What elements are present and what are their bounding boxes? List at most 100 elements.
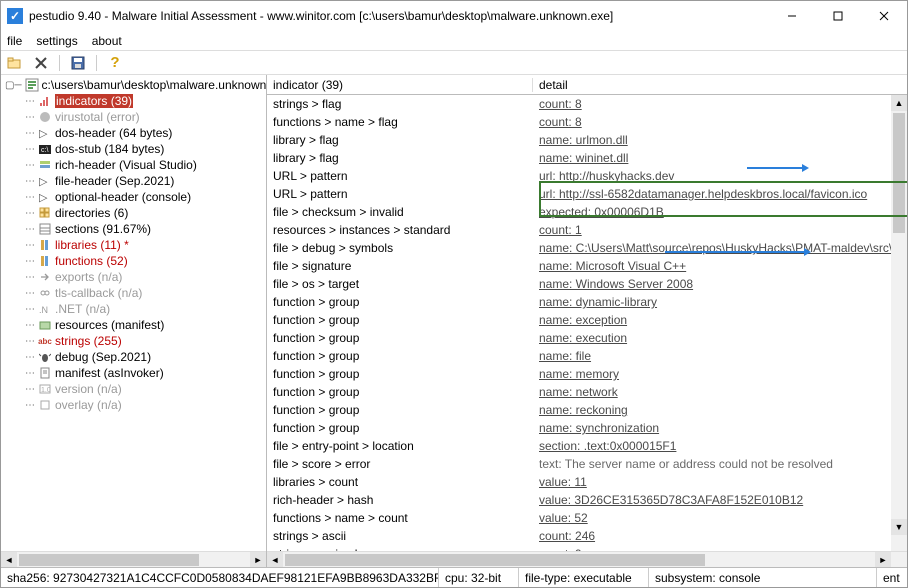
detail-link[interactable]: name: urlmon.dll xyxy=(539,133,628,147)
expand-icon[interactable]: ▢─ xyxy=(5,80,22,91)
detail-link[interactable]: expected: 0x00006D1B xyxy=(539,205,664,219)
tree-item[interactable]: ⋯abcstrings (255) xyxy=(3,333,266,349)
table-row[interactable]: functions > name > flagcount: 8 xyxy=(267,113,907,131)
detail-link[interactable]: name: reckoning xyxy=(539,403,628,417)
tree-item[interactable]: ⋯overlay (n/a) xyxy=(3,397,266,413)
detail-link[interactable]: url: http://ssl-6582datamanager.helpdesk… xyxy=(539,187,867,201)
tree-item[interactable]: ⋯functions (52) xyxy=(3,253,266,269)
tree-item[interactable]: ⋯tls-callback (n/a) xyxy=(3,285,266,301)
detail-link[interactable]: count: 8 xyxy=(539,115,582,129)
tree-bullet-icon: ⋯ xyxy=(25,272,35,283)
tree-item[interactable]: ⋯1.0version (n/a) xyxy=(3,381,266,397)
close-button[interactable] xyxy=(861,1,907,31)
table-row[interactable]: strings > asciicount: 246 xyxy=(267,527,907,545)
column-header-detail[interactable]: detail xyxy=(533,78,907,92)
detail-cell: count: 8 xyxy=(533,97,907,111)
detail-link[interactable]: value: 11 xyxy=(539,475,587,489)
table-row[interactable]: functions > name > countvalue: 52 xyxy=(267,509,907,527)
scroll-thumb[interactable] xyxy=(893,113,905,233)
tree-item[interactable]: ⋯exports (n/a) xyxy=(3,269,266,285)
detail-link[interactable]: count: 1 xyxy=(539,223,582,237)
tree-item[interactable]: ⋯manifest (asInvoker) xyxy=(3,365,266,381)
tree-item[interactable]: ⋯▷optional-header (console) xyxy=(3,189,266,205)
table-row[interactable]: URL > patternurl: http://ssl-6582dataman… xyxy=(267,185,907,203)
table-row[interactable]: file > signaturename: Microsoft Visual C… xyxy=(267,257,907,275)
table-row[interactable]: resources > instances > standardcount: 1 xyxy=(267,221,907,239)
detail-cell: name: dynamic-library xyxy=(533,295,907,309)
table-row[interactable]: file > score > errortext: The server nam… xyxy=(267,455,907,473)
table-row[interactable]: file > entry-point > locationsection: .t… xyxy=(267,437,907,455)
tree-item[interactable]: ⋯resources (manifest) xyxy=(3,317,266,333)
table-row[interactable]: function > groupname: exception xyxy=(267,311,907,329)
tree-item[interactable]: ⋯rich-header (Visual Studio) xyxy=(3,157,266,173)
detail-link[interactable]: name: execution xyxy=(539,331,627,345)
tree-item-label: tls-callback (n/a) xyxy=(55,286,142,300)
tree-item[interactable]: ⋯sections (91.67%) xyxy=(3,221,266,237)
menu-about[interactable]: about xyxy=(92,34,122,48)
table-row[interactable]: file > checksum > invalidexpected: 0x000… xyxy=(267,203,907,221)
close-file-icon[interactable] xyxy=(33,55,49,71)
tree-horizontal-scrollbar[interactable]: ◄ ► xyxy=(1,551,266,567)
detail-link[interactable]: name: dynamic-library xyxy=(539,295,657,309)
minimize-button[interactable] xyxy=(769,1,815,31)
table-horizontal-scrollbar[interactable]: ◄ ► xyxy=(267,551,907,567)
detail-link[interactable]: name: file xyxy=(539,349,591,363)
scroll-left-button[interactable]: ◄ xyxy=(267,552,283,567)
detail-link[interactable]: count: 246 xyxy=(539,529,595,543)
table-row[interactable]: function > groupname: network xyxy=(267,383,907,401)
indicator-cell: function > group xyxy=(267,331,533,345)
table-row[interactable]: function > groupname: reckoning xyxy=(267,401,907,419)
detail-link[interactable]: name: network xyxy=(539,385,618,399)
scroll-up-button[interactable]: ▲ xyxy=(891,95,907,111)
table-row[interactable]: URL > patternurl: http://huskyhacks.dev xyxy=(267,167,907,185)
detail-link[interactable]: value: 3D26CE315365D78C3AFA8F152E010B12 xyxy=(539,493,803,507)
tree-root[interactable]: ▢─ c:\users\bamur\desktop\malware.unknow… xyxy=(3,77,266,93)
table-row[interactable]: file > debug > symbolsname: C:\Users\Mat… xyxy=(267,239,907,257)
table-row[interactable]: function > groupname: dynamic-library xyxy=(267,293,907,311)
help-icon[interactable]: ? xyxy=(107,55,123,71)
table-row[interactable]: libraries > countvalue: 11 xyxy=(267,473,907,491)
table-row[interactable]: rich-header > hashvalue: 3D26CE315365D78… xyxy=(267,491,907,509)
table-row[interactable]: function > groupname: file xyxy=(267,347,907,365)
table-row[interactable]: function > group name: execution xyxy=(267,329,907,347)
detail-link[interactable]: section: .text:0x000015F1 xyxy=(539,439,676,453)
detail-link[interactable]: name: memory xyxy=(539,367,619,381)
scroll-thumb[interactable] xyxy=(19,554,199,566)
table-row[interactable]: file > os > targetname: Windows Server 2… xyxy=(267,275,907,293)
detail-link[interactable]: name: exception xyxy=(539,313,627,327)
detail-link[interactable]: value: 52 xyxy=(539,511,588,525)
column-header-indicator[interactable]: indicator (39) xyxy=(267,78,533,92)
tree-item[interactable]: ⋯.N.NET (n/a) xyxy=(3,301,266,317)
tree-item[interactable]: ⋯debug (Sep.2021) xyxy=(3,349,266,365)
save-icon[interactable] xyxy=(70,55,86,71)
detail-link[interactable]: name: Microsoft Visual C++ xyxy=(539,259,686,273)
table-vertical-scrollbar[interactable]: ▲ ▼ xyxy=(891,95,907,551)
menu-settings[interactable]: settings xyxy=(36,34,77,48)
menu-file[interactable]: file xyxy=(7,34,22,48)
tree-item[interactable]: ⋯virustotal (error) xyxy=(3,109,266,125)
scroll-down-button[interactable]: ▼ xyxy=(891,519,907,535)
scroll-right-button[interactable]: ► xyxy=(875,552,891,567)
detail-link[interactable]: name: Windows Server 2008 xyxy=(539,277,693,291)
table-row[interactable]: strings > flagcount: 8 xyxy=(267,95,907,113)
maximize-button[interactable] xyxy=(815,1,861,31)
tree-item[interactable]: ⋯indicators (39) xyxy=(3,93,266,109)
tree-item[interactable]: ⋯directories (6) xyxy=(3,205,266,221)
table-row[interactable]: function > groupname: synchronization xyxy=(267,419,907,437)
scroll-right-button[interactable]: ► xyxy=(250,552,266,567)
table-row[interactable]: library > flagname: urlmon.dll xyxy=(267,131,907,149)
status-filetype: file-type: executable xyxy=(519,568,649,587)
table-row[interactable]: function > groupname: memory xyxy=(267,365,907,383)
open-file-icon[interactable] xyxy=(7,55,23,71)
tree-item[interactable]: ⋯c:\dos-stub (184 bytes) xyxy=(3,141,266,157)
detail-link[interactable]: name: wininet.dll xyxy=(539,151,628,165)
detail-link[interactable]: url: http://huskyhacks.dev xyxy=(539,169,674,183)
detail-link[interactable]: count: 8 xyxy=(539,97,582,111)
table-row[interactable]: library > flagname: wininet.dll xyxy=(267,149,907,167)
detail-link[interactable]: name: synchronization xyxy=(539,421,659,435)
tree-item[interactable]: ⋯▷file-header (Sep.2021) xyxy=(3,173,266,189)
scroll-thumb[interactable] xyxy=(285,554,705,566)
tree-item[interactable]: ⋯▷dos-header (64 bytes) xyxy=(3,125,266,141)
tree-item[interactable]: ⋯libraries (11) * xyxy=(3,237,266,253)
scroll-left-button[interactable]: ◄ xyxy=(1,552,17,567)
